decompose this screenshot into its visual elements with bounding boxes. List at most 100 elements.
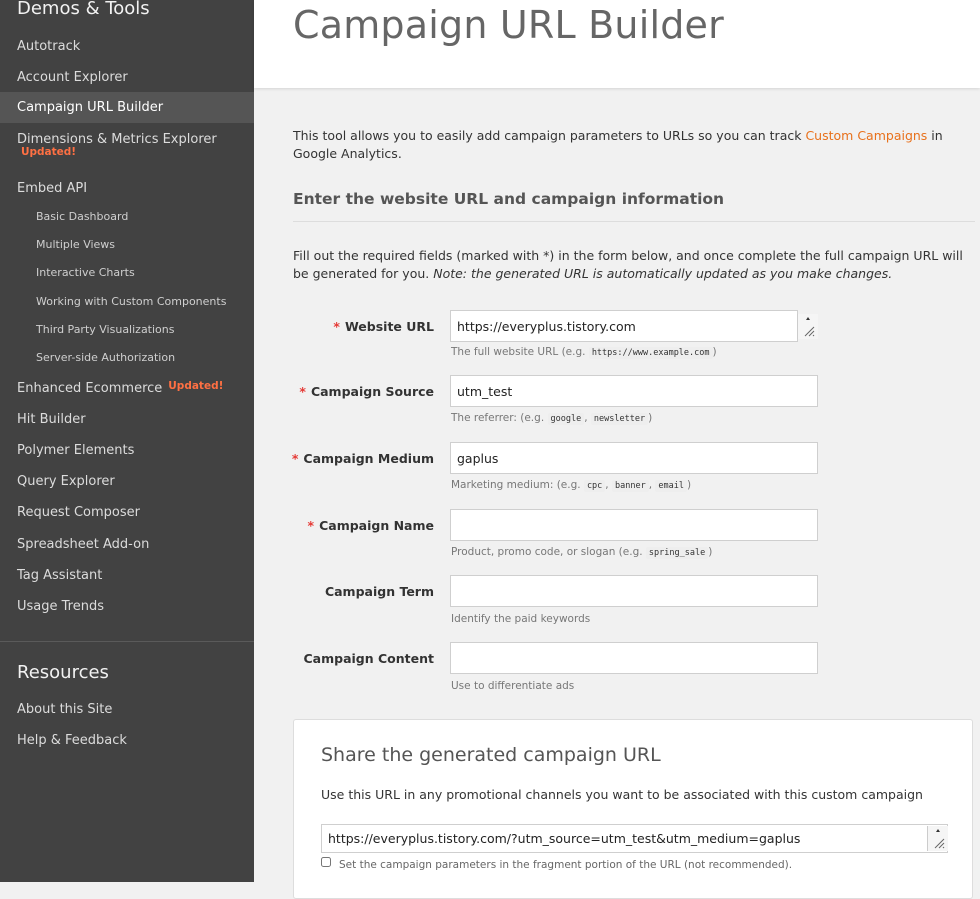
fragment-checkbox[interactable] <box>321 857 331 867</box>
sidebar-item-tag-assistant[interactable]: Tag Assistant <box>0 560 254 591</box>
sidebar-item-autotrack[interactable]: Autotrack <box>0 31 254 62</box>
sidebar-item-label: About this Site <box>17 702 113 717</box>
campaign-content-label: Campaign Content <box>303 651 435 666</box>
sidebar-item-label: Request Composer <box>17 505 140 520</box>
sidebar-subitem-label: Working with Custom Components <box>36 295 227 308</box>
form-instructions: Fill out the required fields (marked wit… <box>293 247 977 283</box>
sidebar-subitem-label: Interactive Charts <box>36 266 135 279</box>
hint-text: Marketing medium: (e.g. <box>451 479 584 491</box>
sidebar-item-account-explorer[interactable]: Account Explorer <box>0 62 254 93</box>
hint-example-code: email <box>655 480 687 492</box>
intro-text-start: This tool allows you to easily add campa… <box>293 128 806 143</box>
sidebar-item-label: Tag Assistant <box>17 568 103 583</box>
main-content: This tool allows you to easily add campa… <box>254 88 980 899</box>
hint-example-code: banner <box>611 480 649 492</box>
sidebar-subitem-custom-components[interactable]: Working with Custom Components <box>0 289 254 315</box>
sidebar-subitem-multiple-views[interactable]: Multiple Views <box>0 232 254 258</box>
resize-handle[interactable] <box>927 826 948 851</box>
required-marker: * <box>299 384 306 399</box>
campaign-content-hint: Use to differentiate ads <box>451 680 575 692</box>
updated-badge: Updated! <box>21 146 77 158</box>
website-url-hint: The full website URL (e.g. https://www.e… <box>451 346 717 359</box>
website-url-label: * Website URL <box>254 319 434 334</box>
sidebar-item-label: Account Explorer <box>17 70 128 85</box>
sidebar-item-label: Polymer Elements <box>17 443 135 458</box>
sidebar-item-label: Spreadsheet Add-on <box>17 537 150 552</box>
sidebar-subitem-label: Multiple Views <box>36 238 116 251</box>
share-url-panel: Share the generated campaign URL Use thi… <box>293 719 973 899</box>
sidebar-subitem-label: Basic Dashboard <box>36 210 129 223</box>
campaign-source-input[interactable] <box>450 375 818 407</box>
sidebar-item-spreadsheet-addon[interactable]: Spreadsheet Add-on <box>0 529 254 560</box>
sidebar-item-usage-trends[interactable]: Usage Trends <box>0 591 254 622</box>
hint-example-code: spring_sale <box>645 547 709 559</box>
sidebar-item-label: Autotrack <box>17 39 81 54</box>
sidebar-item-query-explorer[interactable]: Query Explorer <box>0 466 254 497</box>
required-marker: * <box>333 319 340 334</box>
campaign-term-input[interactable] <box>450 575 818 607</box>
sidebar-subitem-label: Server-side Authorization <box>36 351 176 364</box>
campaign-name-input[interactable] <box>450 509 818 541</box>
required-marker: * <box>307 518 315 533</box>
required-marker: * <box>291 451 299 466</box>
sidebar-subitem-interactive-charts[interactable]: Interactive Charts <box>0 260 254 286</box>
sidebar-item-label: Enhanced Ecommerce <box>17 381 163 396</box>
sidebar-item-hit-builder[interactable]: Hit Builder <box>0 404 254 435</box>
custom-campaigns-link[interactable]: Custom Campaigns <box>805 128 927 143</box>
campaign-medium-hint: Marketing medium: (e.g. cpc, banner, ema… <box>451 479 692 492</box>
website-url-input[interactable] <box>450 310 798 342</box>
sidebar-item-enhanced-ecommerce[interactable]: Enhanced Ecommerce Updated! <box>0 373 254 404</box>
sidebar-item-request-composer[interactable]: Request Composer <box>0 497 254 528</box>
section-divider <box>293 221 975 222</box>
campaign-name-hint: Product, promo code, or slogan (e.g. spr… <box>451 546 712 559</box>
fragment-checkbox-label: Set the campaign parameters in the fragm… <box>339 859 793 871</box>
campaign-source-hint: The referrer: (e.g. google, newsletter) <box>451 412 653 425</box>
intro-text: This tool allows you to easily add campa… <box>293 127 973 163</box>
resize-grip-icon <box>934 829 945 849</box>
page-title: Campaign URL Builder <box>293 3 724 47</box>
campaign-content-input[interactable] <box>450 642 818 674</box>
sidebar-subitem-label: Third Party Visualizations <box>36 323 175 336</box>
hint-text: ) <box>712 346 717 358</box>
sidebar-item-label: Embed API <box>17 181 88 196</box>
sidebar-item-about[interactable]: About this Site <box>0 694 254 725</box>
field-label-text: Website URL <box>344 319 434 334</box>
sidebar-item-embed-api[interactable]: Embed API <box>0 173 254 204</box>
share-title: Share the generated campaign URL <box>321 744 661 766</box>
sidebar-item-label: Campaign URL Builder <box>17 100 164 115</box>
hint-example-code: https://www.example.com <box>588 347 713 359</box>
resize-grip-icon <box>804 317 815 337</box>
sidebar-item-label: Help & Feedback <box>17 733 127 748</box>
hint-text: Product, promo code, or slogan (e.g. <box>451 546 646 558</box>
form-section-heading: Enter the website URL and campaign infor… <box>293 190 725 208</box>
campaign-source-label: * Campaign Source <box>254 384 434 399</box>
sidebar-item-label: Query Explorer <box>17 474 115 489</box>
sidebar-subitem-server-side[interactable]: Server-side Authorization <box>0 345 254 371</box>
sidebar-subitem-third-party[interactable]: Third Party Visualizations <box>0 317 254 343</box>
campaign-medium-label: * Campaign Medium <box>254 451 434 466</box>
sidebar-subitem-basic-dashboard[interactable]: Basic Dashboard <box>0 204 254 230</box>
sidebar-item-campaign-url-builder[interactable]: Campaign URL Builder <box>0 92 254 123</box>
hint-text: ) <box>686 479 692 491</box>
sidebar-item-label: Dimensions & Metrics Explorer <box>17 132 217 147</box>
hint-text: ) <box>648 412 653 424</box>
hint-text: The full website URL (e.g. <box>451 346 589 358</box>
sidebar-nav: Demos & Tools Autotrack Account Explorer… <box>0 0 254 882</box>
campaign-medium-input[interactable] <box>450 442 818 474</box>
campaign-name-label: * Campaign Name <box>254 518 434 533</box>
hint-example-code: newsletter <box>590 413 649 425</box>
generated-url-output[interactable]: https://everyplus.tistory.com/?utm_sourc… <box>321 824 948 853</box>
field-label-text: Campaign Name <box>319 518 434 533</box>
sidebar-item-polymer-elements[interactable]: Polymer Elements <box>0 435 254 466</box>
sidebar-divider <box>0 641 254 642</box>
demos-tools-heading: Demos & Tools <box>17 0 150 19</box>
resize-handle[interactable] <box>797 314 818 339</box>
field-label-text: Campaign Source <box>310 384 434 399</box>
updated-badge: Updated! <box>168 380 224 392</box>
sidebar-item-help-feedback[interactable]: Help & Feedback <box>0 725 254 756</box>
sidebar-item-label: Usage Trends <box>17 599 104 614</box>
instructions-note: Note: the generated URL is automatically… <box>433 266 893 281</box>
field-label-text: Campaign Medium <box>303 451 434 466</box>
resources-heading: Resources <box>17 662 109 683</box>
campaign-term-label: Campaign Term <box>324 584 434 599</box>
